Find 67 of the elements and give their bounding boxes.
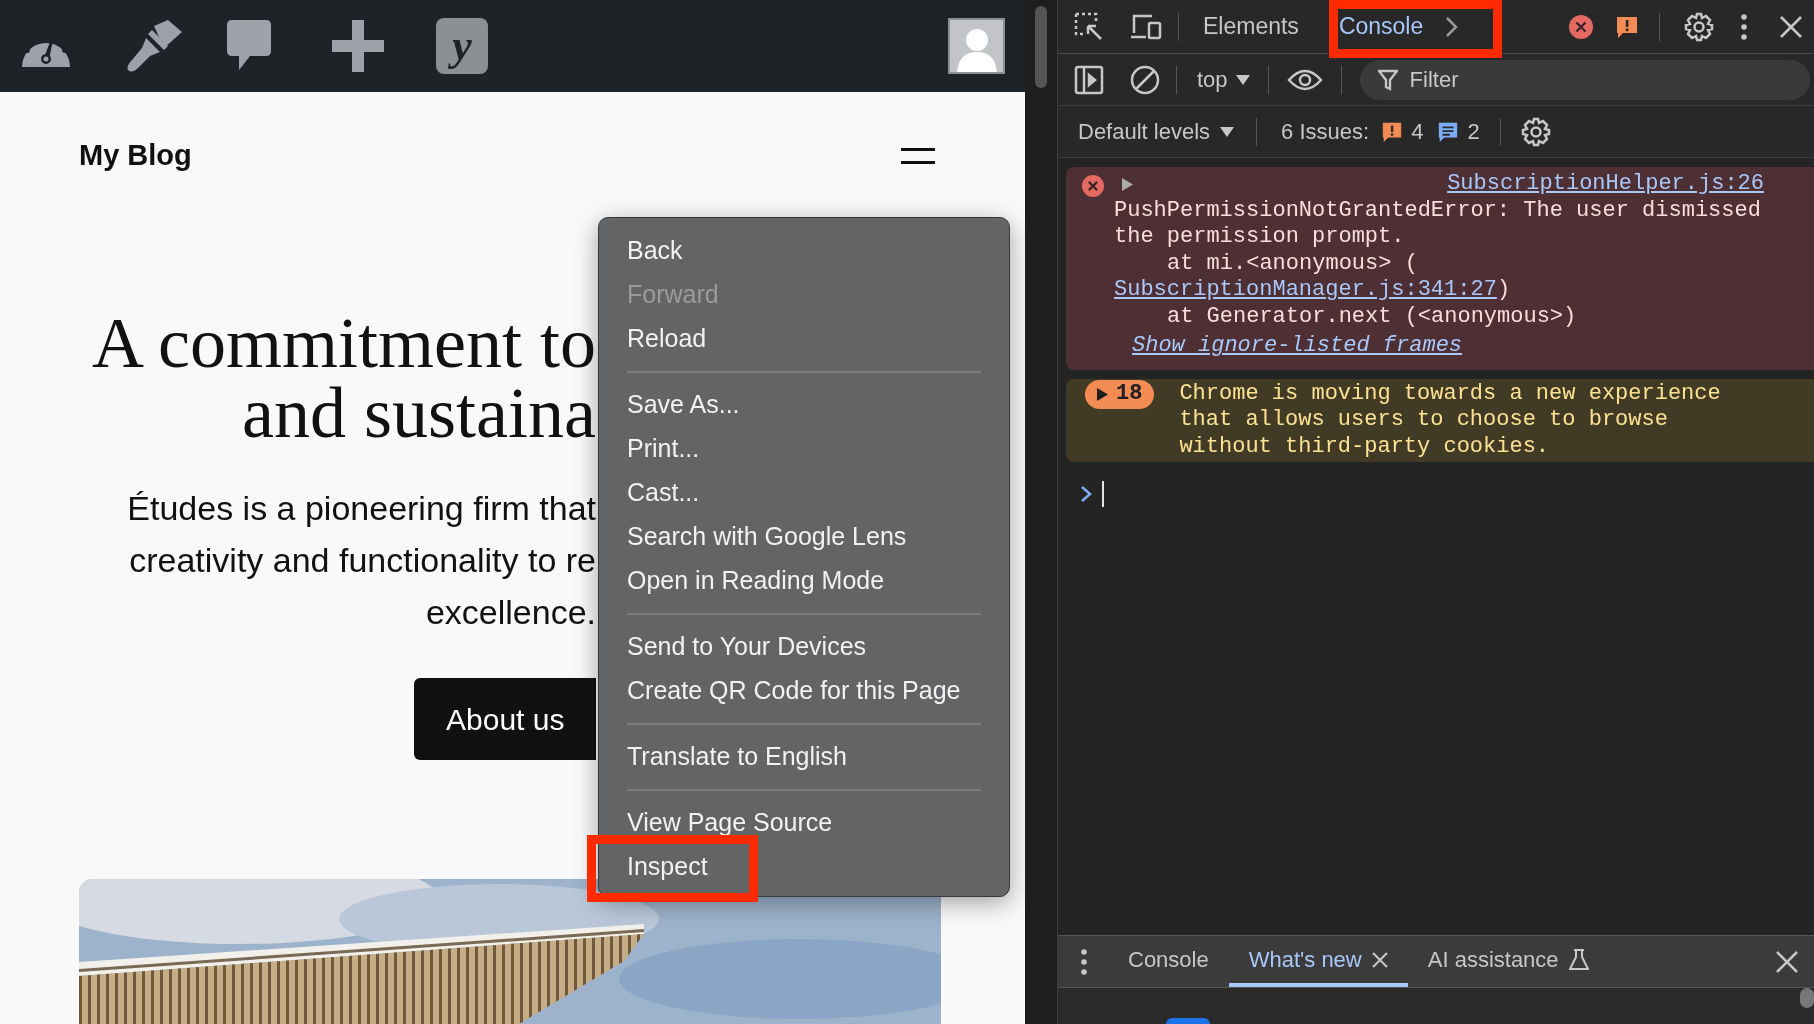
device-icon[interactable] bbox=[1130, 12, 1162, 41]
settings-icon[interactable] bbox=[1520, 116, 1551, 147]
menu-item[interactable]: View Page Source bbox=[599, 801, 1009, 845]
drawer-tab[interactable]: AI assistance bbox=[1407, 936, 1609, 987]
warning-icon[interactable] bbox=[1615, 14, 1639, 39]
menu-item[interactable]: Translate to English bbox=[599, 735, 1009, 779]
select-element-icon[interactable] bbox=[1074, 11, 1104, 42]
menu-item: Forward bbox=[626, 279, 720, 311]
error-icon[interactable] bbox=[1569, 14, 1593, 39]
prompt-icon bbox=[1080, 485, 1092, 503]
menu-item[interactable]: Create QR Code for this Page bbox=[599, 669, 1009, 713]
scrollbar-thumb[interactable] bbox=[1800, 988, 1814, 1008]
about-us-button[interactable]: About us bbox=[414, 678, 596, 760]
stack-text: at Generator.next (<anonymous>) bbox=[1167, 303, 1577, 330]
error-text: PushPermissionNotGrantedError: The user dismissed the permission prompt. bbox=[1114, 197, 1762, 251]
paragraph-text: Études is a pioneering firm that bbox=[127, 488, 596, 529]
caret-icon bbox=[1220, 126, 1235, 137]
warning-icon bbox=[1381, 120, 1404, 143]
tab[interactable]: Elements bbox=[1199, 7, 1303, 46]
menu-item[interactable]: Search with Google Lens bbox=[599, 515, 1009, 559]
menu-icon[interactable] bbox=[901, 146, 936, 166]
more-icon[interactable] bbox=[1080, 948, 1088, 975]
clear-icon[interactable] bbox=[1130, 64, 1160, 95]
menu-item[interactable]: Reload bbox=[599, 317, 1009, 361]
close-icon[interactable] bbox=[1776, 950, 1798, 973]
more-icon[interactable] bbox=[1740, 13, 1748, 40]
sidebar-icon[interactable] bbox=[1074, 64, 1104, 95]
heading-text: and sustaina bbox=[242, 378, 596, 448]
yoast-logo[interactable]: y bbox=[436, 18, 488, 74]
menu-item[interactable]: Save As... bbox=[599, 383, 1009, 427]
warning-text: Chrome is moving towards a new experience that allows users to choose to browse without third-party cookies. bbox=[1179, 380, 1722, 460]
site-title[interactable]: My Blog bbox=[79, 134, 192, 178]
issues-button[interactable]: 6 Issues: 4 2 bbox=[1281, 115, 1480, 148]
menu-item[interactable]: Send to Your Devices bbox=[599, 625, 1009, 669]
stack-text: ) bbox=[1496, 277, 1511, 304]
menu-item[interactable]: Print... bbox=[599, 427, 1009, 471]
close-icon[interactable] bbox=[1780, 15, 1802, 38]
user-avatar[interactable] bbox=[948, 18, 1006, 74]
filter-field[interactable]: Filter bbox=[1359, 59, 1810, 100]
paragraph-text: creativity and functionality to re bbox=[129, 540, 596, 581]
stack-link[interactable]: SubscriptionManager.js:341:27 bbox=[1114, 277, 1497, 304]
tab[interactable]: Console bbox=[1334, 7, 1428, 46]
context-dropdown[interactable]: top bbox=[1197, 63, 1250, 96]
plus-icon[interactable] bbox=[332, 20, 384, 72]
filter-icon bbox=[1377, 68, 1398, 91]
menu-item[interactable]: Back bbox=[599, 229, 1009, 273]
message-icon bbox=[1437, 120, 1460, 143]
flask-icon bbox=[1568, 948, 1589, 971]
paragraph-text: excellence. bbox=[425, 592, 596, 633]
heading-text: A commitment to bbox=[92, 308, 596, 378]
settings-icon[interactable] bbox=[1684, 11, 1714, 42]
menu-item[interactable]: Inspect bbox=[599, 845, 1009, 889]
expand-icon[interactable] bbox=[1122, 178, 1133, 191]
error-icon bbox=[1082, 175, 1104, 197]
repeat-count-badge: 18 bbox=[1085, 379, 1155, 409]
chevron-icon[interactable] bbox=[1445, 15, 1460, 38]
stack-text: at mi.<anonymous> ( bbox=[1167, 250, 1418, 277]
menu-item[interactable]: Open in Reading Mode bbox=[599, 559, 1009, 603]
menu-item[interactable]: Cast... bbox=[599, 471, 1009, 515]
scrollbar-thumb[interactable] bbox=[1035, 6, 1047, 88]
caret-icon bbox=[1235, 74, 1250, 85]
eye-icon[interactable] bbox=[1286, 67, 1323, 92]
show-frames-link[interactable]: Show ignore-listed frames bbox=[1132, 333, 1463, 358]
levels-dropdown[interactable]: Default levels bbox=[1078, 115, 1235, 148]
source-link[interactable]: SubscriptionHelper.js:26 bbox=[1447, 171, 1764, 198]
drawer-tab[interactable]: Console bbox=[1108, 936, 1229, 987]
close-icon[interactable] bbox=[1371, 951, 1388, 968]
